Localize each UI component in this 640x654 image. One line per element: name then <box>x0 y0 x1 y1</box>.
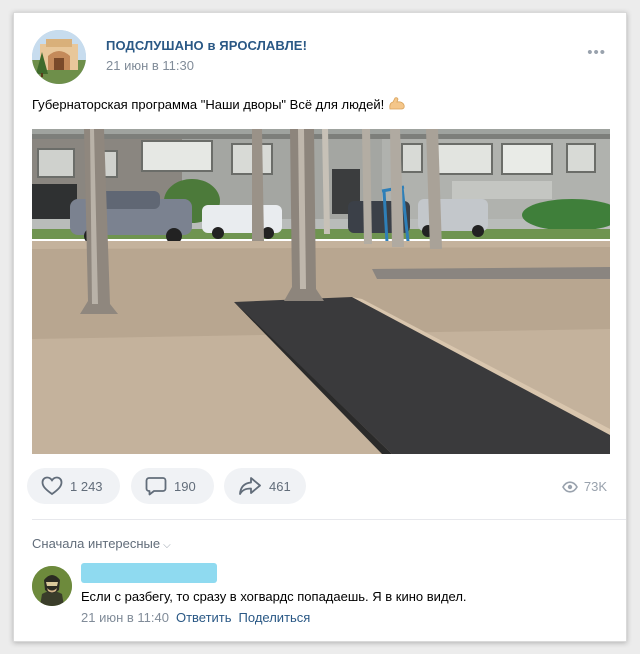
comment-text: Если с разбегу, то сразу в хогвардс попа… <box>81 589 467 604</box>
more-dots-icon[interactable]: ••• <box>587 44 606 61</box>
post-date[interactable]: 21 июн в 11:30 <box>106 58 194 73</box>
post-photo[interactable] <box>32 129 610 454</box>
eye-icon <box>561 480 578 493</box>
comment-date[interactable]: 21 июн в 11:40 <box>81 610 169 625</box>
commenter-avatar-image <box>32 566 72 606</box>
group-avatar[interactable] <box>32 30 86 84</box>
post-text-content: Губернаторская программа "Наши дворы" Вс… <box>32 97 385 112</box>
commenter-avatar[interactable] <box>32 566 72 606</box>
sort-label: Сначала интересные <box>32 536 161 551</box>
group-avatar-image <box>32 30 86 84</box>
like-button[interactable]: 1 243 <box>27 468 120 504</box>
share-count: 461 <box>269 478 291 494</box>
views-count: 73K <box>583 479 607 494</box>
like-count: 1 243 <box>70 478 103 494</box>
reply-link[interactable]: Ответить <box>176 610 232 625</box>
share-arrow-icon <box>239 477 261 495</box>
post-photo-image <box>32 129 610 454</box>
views-counter: 73K <box>561 479 607 494</box>
comments-divider <box>32 519 626 520</box>
share-comment-link[interactable]: Поделиться <box>239 610 311 625</box>
flexed-biceps-icon <box>388 97 406 111</box>
post-text: Губернаторская программа "Наши дворы" Вс… <box>32 97 406 112</box>
comment-count: 190 <box>174 478 196 494</box>
comment-button[interactable]: 190 <box>131 468 214 504</box>
comment-icon <box>145 477 167 496</box>
group-name-link[interactable]: ПОДСЛУШАНО в ЯРОСЛАВЛЕ! <box>106 38 307 53</box>
commenter-name-redacted[interactable] <box>81 563 217 583</box>
comment-meta: 21 июн в 11:40 Ответить Поделиться <box>81 610 310 625</box>
chevron-down-icon: ⌵ <box>163 540 171 551</box>
post-card: ПОДСЛУШАНО в ЯРОСЛАВЛЕ! 21 июн в 11:30 •… <box>13 12 627 642</box>
comments-sort-dropdown[interactable]: Сначала интересные ⌵ <box>32 536 171 551</box>
share-button[interactable]: 461 <box>224 468 306 504</box>
heart-icon <box>41 476 63 496</box>
